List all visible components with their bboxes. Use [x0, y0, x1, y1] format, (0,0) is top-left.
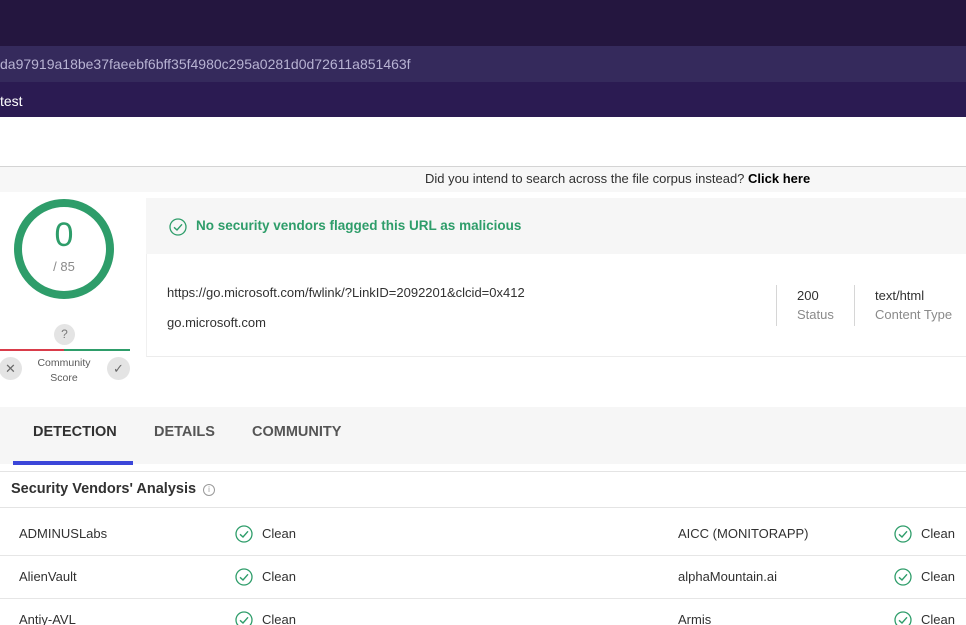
- community-score-value: ?: [54, 324, 75, 345]
- tab-bar: DETECTION DETAILS COMMUNITY: [0, 407, 966, 464]
- vendor-name: AlienVault: [19, 569, 77, 584]
- info-icon[interactable]: i: [203, 484, 215, 496]
- community-score-bar-negative: [0, 349, 64, 351]
- check-circle-icon: [235, 568, 253, 586]
- vendor-name: Armis: [678, 612, 712, 625]
- verdict-banner: No security vendors flagged this URL as …: [146, 198, 966, 254]
- check-circle-icon: [235, 611, 253, 625]
- analysis-title: Security Vendors' Analysis: [11, 481, 197, 497]
- table-row: AlienVault Clean alphaMountain.ai Clean: [0, 556, 966, 599]
- tag-bar: test: [0, 82, 966, 117]
- corpus-hint: Did you intend to search across the file…: [0, 167, 966, 192]
- status-label: Status: [797, 307, 834, 322]
- vendor-result: Clean: [262, 526, 296, 541]
- vendor-result: Clean: [262, 612, 296, 625]
- click-here-link[interactable]: Click here: [748, 171, 810, 186]
- upvote-button[interactable]: ✓: [107, 357, 130, 380]
- vendor-result: Clean: [921, 569, 955, 584]
- hint-text: Did you intend to search across the file…: [425, 171, 745, 186]
- active-tab-indicator: [13, 461, 133, 465]
- vendor-name: AICC (MONITORAPP): [678, 526, 809, 541]
- detection-count: 0: [54, 216, 74, 254]
- tag-label[interactable]: test: [0, 93, 23, 109]
- check-circle-icon: [894, 568, 912, 586]
- vendor-name: alphaMountain.ai: [678, 569, 778, 584]
- check-circle-icon: [169, 218, 187, 236]
- vendor-result: Clean: [921, 612, 955, 625]
- verdict-message: No security vendors flagged this URL as …: [196, 218, 522, 233]
- vendor-name: Antiy-AVL: [19, 612, 76, 625]
- divider: [776, 285, 777, 326]
- url-hash: da97919a18be37faeebf6bff35f4980c295a0281…: [0, 56, 411, 72]
- detection-total: / 85: [53, 259, 75, 274]
- hash-bar: da97919a18be37faeebf6bff35f4980c295a0281…: [0, 46, 966, 82]
- table-row: Antiy-AVL Clean Armis Clean: [0, 599, 966, 625]
- check-circle-icon: [894, 525, 912, 543]
- table-row: ADMINUSLabs Clean AICC (MONITORAPP) Clea…: [0, 513, 966, 556]
- content-type-label: Content Type: [875, 307, 953, 322]
- status-value: 200: [797, 288, 819, 303]
- content-type-value: text/html: [875, 288, 925, 303]
- check-circle-icon: [894, 611, 912, 625]
- vendor-result: Clean: [262, 569, 296, 584]
- vendor-name: ADMINUSLabs: [19, 526, 108, 541]
- url-info-panel: https://go.microsoft.com/fwlink/?LinkID=…: [146, 254, 966, 357]
- url-domain[interactable]: go.microsoft.com: [167, 315, 266, 330]
- top-navbar: [0, 0, 966, 46]
- tab-detection[interactable]: DETECTION: [33, 424, 117, 440]
- check-circle-icon: [235, 525, 253, 543]
- tab-details[interactable]: DETAILS: [154, 424, 215, 440]
- community-score-label: Community Score: [37, 357, 91, 384]
- search-bar[interactable]: [0, 117, 966, 167]
- divider: [854, 285, 855, 326]
- scanned-url: https://go.microsoft.com/fwlink/?LinkID=…: [167, 285, 525, 300]
- analysis-header: Security Vendors' Analysis i: [0, 471, 966, 508]
- vendor-result: Clean: [921, 526, 955, 541]
- tab-community[interactable]: COMMUNITY: [252, 424, 341, 440]
- community-score-bar-positive: [64, 349, 130, 351]
- downvote-button[interactable]: ✕: [0, 357, 22, 380]
